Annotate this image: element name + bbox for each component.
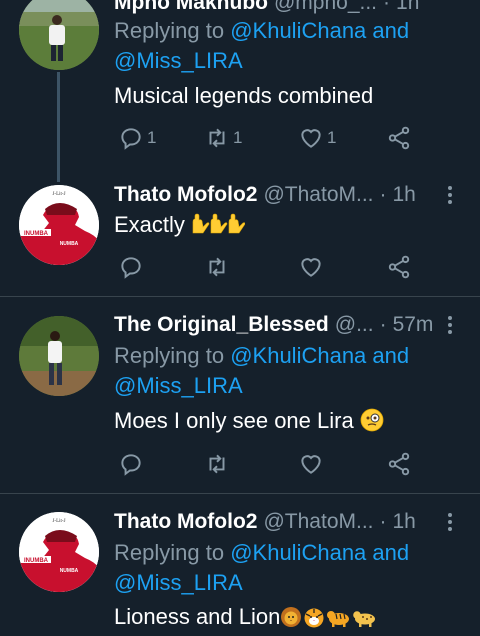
heart-icon bbox=[301, 258, 321, 277]
tweet-2[interactable]: INUMBA NUMBA J-Lit-J Thato Mofolo2 @That… bbox=[0, 165, 480, 297]
timestamp[interactable]: 1h bbox=[393, 510, 416, 534]
reply-button[interactable] bbox=[118, 252, 144, 282]
replying-to-cont: @Miss_LIRA bbox=[114, 371, 470, 401]
leopard-emoji bbox=[352, 606, 378, 636]
timestamp[interactable]: 1h bbox=[393, 183, 416, 207]
lion-emoji bbox=[280, 606, 302, 636]
tweet-1[interactable]: Mpho Makhubo @mpho_... · 1h Replying to … bbox=[0, 0, 480, 182]
share-icon bbox=[388, 255, 410, 279]
reply-icon bbox=[121, 454, 141, 476]
mention-link[interactable]: @Miss_LIRA bbox=[114, 570, 243, 595]
retweet-button[interactable] bbox=[204, 449, 230, 479]
reply-icon bbox=[121, 257, 141, 279]
tiger-emoji bbox=[326, 606, 352, 636]
raising-hands-emoji bbox=[191, 213, 246, 243]
tweet-3[interactable]: The Original_Blessed @... · 57m Replying… bbox=[0, 297, 480, 493]
like-button[interactable] bbox=[298, 449, 324, 479]
replying-to: Replying to @KhuliChana and bbox=[114, 540, 410, 565]
retweet-icon bbox=[209, 128, 225, 148]
display-name[interactable]: The Original_Blessed bbox=[114, 313, 329, 337]
svg-text:J-Lit-J: J-Lit-J bbox=[52, 519, 65, 524]
avatar[interactable]: INUMBA NUMBA J-Lit-J bbox=[19, 512, 99, 592]
share-button[interactable] bbox=[386, 252, 412, 282]
tweet-header: Thato Mofolo2 @ThatoM... · 1h bbox=[114, 507, 460, 537]
retweet-icon bbox=[209, 257, 225, 277]
separator-dot: · bbox=[379, 183, 387, 206]
retweet-count: 1 bbox=[233, 128, 243, 147]
tweet-actions bbox=[114, 449, 414, 479]
user-handle[interactable]: @ThatoM... bbox=[263, 510, 373, 534]
share-icon bbox=[388, 126, 410, 150]
tweet-actions bbox=[114, 252, 414, 282]
mention-link[interactable]: @Miss_LIRA bbox=[114, 48, 243, 73]
more-options-icon[interactable] bbox=[440, 180, 460, 210]
svg-text:J-Lit-J: J-Lit-J bbox=[52, 192, 65, 197]
like-count: 1 bbox=[327, 128, 337, 147]
display-name[interactable]: Mpho Makhubo bbox=[114, 0, 268, 15]
like-button[interactable]: 1 bbox=[298, 123, 336, 153]
tweet-text: Exactly bbox=[114, 210, 470, 243]
replying-to-cont: @Miss_LIRA bbox=[114, 46, 470, 76]
retweet-icon bbox=[209, 454, 225, 474]
reply-count: 1 bbox=[147, 128, 157, 147]
tweet-text: Lioness and Lion bbox=[114, 602, 470, 636]
tweet-text: Musical legends combined bbox=[114, 83, 374, 108]
heart-icon bbox=[301, 129, 321, 148]
timestamp[interactable]: 1h bbox=[396, 0, 419, 15]
retweet-button[interactable] bbox=[204, 252, 230, 282]
replying-to: Replying to @KhuliChana and bbox=[114, 18, 410, 43]
user-handle[interactable]: @ThatoM... bbox=[263, 183, 373, 207]
tweet-header: The Original_Blessed @... · 57m bbox=[114, 310, 460, 340]
user-handle[interactable]: @mpho_... bbox=[274, 0, 377, 15]
separator-dot: · bbox=[379, 313, 387, 336]
display-name[interactable]: Thato Mofolo2 bbox=[114, 183, 257, 207]
mention-link[interactable]: @KhuliChana bbox=[230, 343, 366, 368]
mention-link[interactable]: @KhuliChana bbox=[230, 18, 366, 43]
svg-text:INUMBA: INUMBA bbox=[24, 558, 49, 564]
more-options-icon[interactable] bbox=[440, 310, 460, 340]
heart-icon bbox=[301, 455, 321, 474]
replying-to-cont: @Miss_LIRA bbox=[114, 568, 470, 598]
share-button[interactable] bbox=[386, 123, 412, 153]
tweet-4[interactable]: INUMBA NUMBA J-Lit-J Thato Mofolo2 @That… bbox=[0, 494, 480, 629]
svg-text:NUMBA: NUMBA bbox=[60, 568, 79, 574]
separator-dot: · bbox=[379, 510, 387, 533]
timestamp[interactable]: 57m bbox=[393, 313, 434, 337]
share-button[interactable] bbox=[386, 449, 412, 479]
display-name[interactable]: Thato Mofolo2 bbox=[114, 510, 257, 534]
tweet-actions: 1 1 1 bbox=[114, 123, 414, 153]
reply-icon bbox=[121, 128, 141, 150]
svg-text:NUMBA: NUMBA bbox=[60, 241, 79, 247]
more-options-icon[interactable] bbox=[440, 507, 460, 537]
tweet-header: Thato Mofolo2 @ThatoM... · 1h bbox=[114, 180, 460, 210]
mention-link[interactable]: @Miss_LIRA bbox=[114, 373, 243, 398]
retweet-button[interactable]: 1 bbox=[204, 123, 242, 153]
avatar[interactable]: INUMBA NUMBA J-Lit-J bbox=[19, 185, 99, 265]
like-button[interactable] bbox=[298, 252, 324, 282]
face-with-monocle-emoji bbox=[360, 408, 384, 440]
share-icon bbox=[388, 452, 410, 476]
user-handle[interactable]: @... bbox=[335, 313, 374, 337]
avatar[interactable] bbox=[19, 316, 99, 396]
tweet-text: Moes I only see one Lira bbox=[114, 406, 470, 440]
mention-link[interactable]: @KhuliChana bbox=[230, 540, 366, 565]
tiger-face-emoji bbox=[302, 606, 326, 636]
reply-button[interactable]: 1 bbox=[118, 123, 156, 153]
avatar[interactable] bbox=[19, 0, 99, 70]
avatar-logo-text: INUMBA bbox=[24, 231, 49, 237]
replying-to: Replying to @KhuliChana and bbox=[114, 343, 410, 368]
reply-button[interactable] bbox=[118, 449, 144, 479]
separator-dot: · bbox=[383, 0, 391, 14]
